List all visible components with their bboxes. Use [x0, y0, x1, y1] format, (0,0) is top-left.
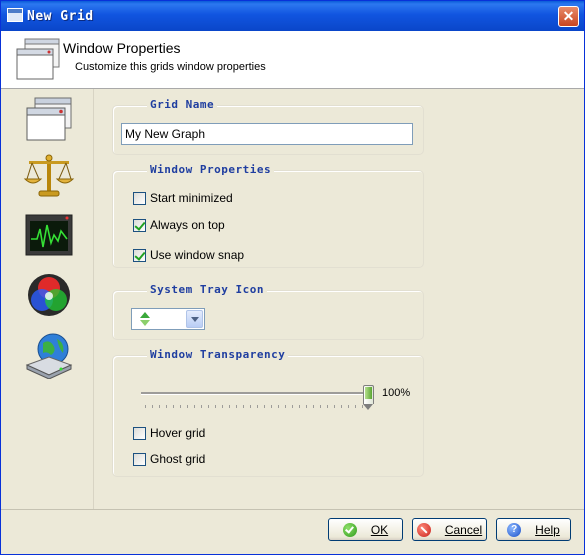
header-subtitle: Customize this grids window properties [75, 61, 266, 73]
tray-icon-select[interactable] [131, 308, 205, 330]
close-button[interactable]: ✕ [558, 6, 579, 27]
sidebar [1, 89, 94, 509]
hover-grid-checkbox[interactable] [133, 426, 146, 440]
ok-label: OK [370, 522, 389, 537]
window-properties-icon [16, 38, 60, 80]
always-on-top-checkbox[interactable] [133, 218, 146, 232]
button-bar: OK Cancel ? Help [1, 509, 584, 554]
cancel-button[interactable]: Cancel [412, 518, 487, 541]
hover-grid-label: Hover grid [150, 426, 206, 440]
window-transparency-title: Window Transparency [147, 348, 289, 361]
grid-name-input[interactable] [121, 123, 413, 145]
help-label: Help [535, 522, 560, 537]
ghost-grid-label: Ghost grid [150, 452, 206, 466]
transparency-slider-track[interactable] [141, 392, 371, 395]
title-bar[interactable]: New Grid ✕ [1, 1, 584, 31]
ghost-grid-row[interactable]: Ghost grid [133, 452, 205, 466]
transparency-slider-ticks [145, 405, 369, 408]
help-button[interactable]: ? Help [496, 518, 571, 541]
hover-grid-row[interactable]: Hover grid [133, 426, 205, 440]
grid-name-title: Grid Name [147, 98, 218, 111]
new-grid-dialog: New Grid ✕ Window Properties Customize t… [0, 0, 585, 555]
ok-check-icon [342, 522, 357, 537]
window-title: New Grid [27, 9, 94, 24]
ghost-grid-checkbox[interactable] [133, 452, 146, 466]
start-minimized-label: Start minimized [150, 191, 233, 205]
header-banner: Window Properties Customize this grids w… [1, 31, 584, 89]
header-title: Window Properties [63, 40, 181, 56]
use-window-snap-label: Use window snap [150, 248, 245, 262]
use-window-snap-checkbox[interactable] [133, 248, 146, 262]
sidebar-color-wheel-icon[interactable] [23, 271, 75, 319]
start-minimized-row[interactable]: Start minimized [133, 191, 233, 205]
window-properties-title: Window Properties [147, 163, 275, 176]
sidebar-window-properties-icon[interactable] [23, 95, 75, 143]
sidebar-monitor-graph-icon[interactable] [23, 211, 75, 259]
sidebar-globe-drive-icon[interactable] [23, 331, 75, 379]
properties-panel: Grid Name Window Properties Start minimi… [94, 89, 584, 509]
cancel-label: Cancel [444, 522, 483, 537]
app-window-icon [7, 8, 23, 22]
ok-button[interactable]: OK [328, 518, 403, 541]
system-tray-title: System Tray Icon [147, 283, 267, 296]
use-window-snap-row[interactable]: Use window snap [133, 248, 244, 262]
transparency-value: 100% [382, 387, 411, 399]
help-question-icon: ? [507, 522, 522, 537]
transparency-slider-thumb[interactable] [363, 385, 374, 410]
tray-icon-dropdown-button[interactable] [186, 310, 203, 328]
up-down-arrows-icon [140, 312, 150, 326]
always-on-top-row[interactable]: Always on top [133, 218, 225, 232]
sidebar-scales-icon[interactable] [23, 151, 75, 199]
always-on-top-label: Always on top [150, 218, 225, 232]
start-minimized-checkbox[interactable] [133, 191, 146, 205]
cancel-x-icon [416, 522, 431, 537]
